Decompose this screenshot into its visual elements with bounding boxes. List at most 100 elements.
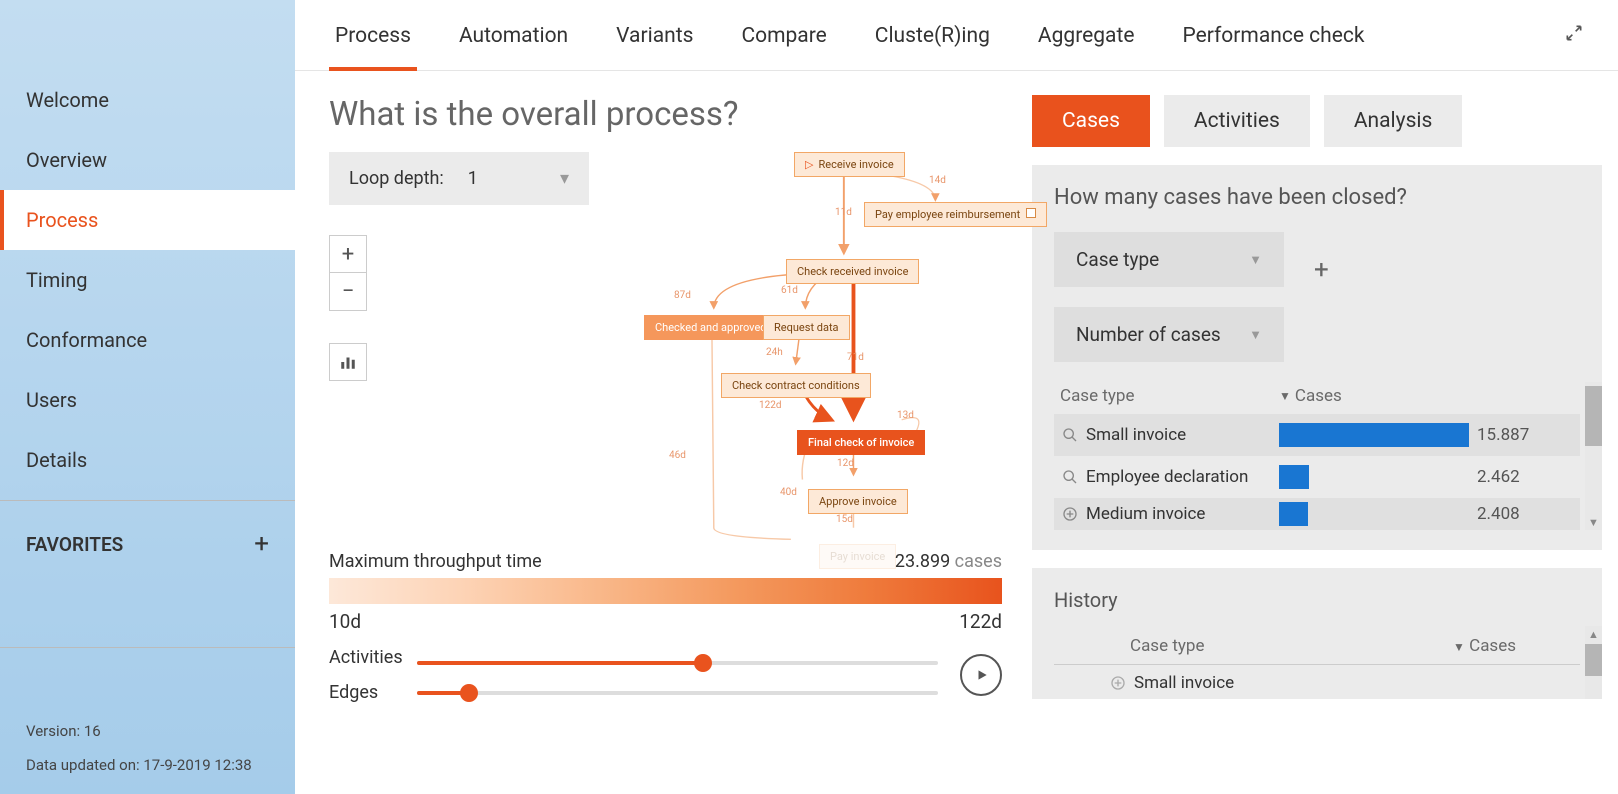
loop-depth-value: 1 — [468, 168, 478, 189]
nav-item-welcome[interactable]: Welcome — [0, 70, 295, 130]
caret-down-icon: ▾ — [560, 168, 569, 189]
nav-item-timing[interactable]: Timing — [0, 250, 295, 310]
caret-down-icon: ▼ — [1249, 252, 1262, 268]
tab-process[interactable]: Process — [311, 0, 435, 70]
zoom-in-button[interactable]: + — [329, 235, 367, 273]
nav-item-conformance[interactable]: Conformance — [0, 310, 295, 370]
pill-activities[interactable]: Activities — [1164, 95, 1310, 147]
panel-history-title: History — [1054, 588, 1580, 612]
activities-slider-label: Activities — [329, 647, 403, 668]
table-row[interactable]: Small invoice 15.887 — [1054, 414, 1580, 456]
col-case-type[interactable]: Case type — [1054, 386, 1279, 406]
loop-depth-select[interactable]: Loop depth: 1 ▾ — [329, 152, 589, 205]
edge-label: 15d — [836, 514, 853, 525]
row-label: Medium invoice — [1086, 504, 1279, 524]
nav-section: Welcome Overview Process Timing Conforma… — [0, 70, 295, 490]
tab-automation[interactable]: Automation — [435, 0, 592, 70]
row-label: Small invoice — [1086, 425, 1279, 445]
plus-circle-icon — [1054, 506, 1086, 522]
pill-analysis[interactable]: Analysis — [1324, 95, 1463, 147]
data-updated-label: Data updated on: 17-9-2019 12:38 — [26, 756, 269, 774]
tab-variants[interactable]: Variants — [592, 0, 717, 70]
add-filter-icon[interactable]: + — [1314, 255, 1329, 285]
caret-down-icon: ▼ — [1249, 327, 1262, 343]
scrollbar[interactable]: ▼ — [1585, 382, 1602, 530]
expand-icon[interactable] — [1556, 15, 1592, 55]
favorites-label: FAVORITES — [26, 533, 123, 556]
table-row[interactable]: Employee declaration 2.462 — [1054, 456, 1580, 498]
node-pay-reimbursement[interactable]: Pay employee reimbursement — [864, 202, 1047, 227]
process-diagram[interactable]: ▷Receive invoice Pay employee reimbursem… — [599, 152, 1002, 547]
edge-label: 13d — [897, 410, 914, 421]
throughput-gradient — [329, 578, 1002, 604]
throughput-max: 122d — [959, 610, 1002, 633]
table-row[interactable]: Medium invoice 2.408 — [1054, 498, 1580, 530]
cases-label: cases — [955, 551, 1002, 572]
cases-table: Case type ▼Cases Small invoice 15.887 Em… — [1054, 382, 1580, 530]
sidebar: Welcome Overview Process Timing Conforma… — [0, 0, 295, 794]
node-final-check[interactable]: Final check of invoice — [797, 430, 925, 455]
edge-label: 11d — [835, 207, 852, 218]
tab-aggregate[interactable]: Aggregate — [1014, 0, 1159, 70]
main: Process Automation Variants Compare Clus… — [295, 0, 1618, 794]
scrollbar[interactable]: ▲ — [1585, 626, 1602, 699]
nav-item-overview[interactable]: Overview — [0, 130, 295, 190]
activities-slider[interactable] — [417, 653, 938, 671]
row-value: 2.408 — [1469, 504, 1520, 524]
version-label: Version: 16 — [26, 722, 269, 740]
pill-cases[interactable]: Cases — [1032, 95, 1150, 147]
edge-label: 40d — [780, 487, 797, 498]
history-row-label: Small invoice — [1134, 673, 1234, 693]
node-approve-invoice[interactable]: Approve invoice — [808, 489, 908, 514]
tab-performance[interactable]: Performance check — [1158, 0, 1388, 70]
edge-label: 14d — [929, 175, 946, 186]
chart-view-button[interactable] — [329, 343, 367, 381]
edges-slider-label: Edges — [329, 682, 403, 703]
edge-label: 24h — [766, 347, 783, 358]
plus-circle-icon — [1102, 675, 1134, 691]
node-check-contract[interactable]: Check contract conditions — [721, 373, 871, 398]
add-favorite-icon[interactable]: + — [254, 529, 269, 559]
nav-item-users[interactable]: Users — [0, 370, 295, 430]
dropdown-number-cases[interactable]: Number of cases ▼ — [1054, 307, 1284, 362]
history-col-case-type[interactable]: Case type — [1130, 636, 1204, 656]
zoom-out-button[interactable]: − — [329, 273, 367, 311]
panel-cases: How many cases have been closed? Case ty… — [1032, 165, 1602, 550]
play-button[interactable] — [960, 654, 1002, 696]
node-receive-invoice[interactable]: ▷Receive invoice — [794, 152, 905, 177]
throughput-label: Maximum throughput time — [329, 551, 542, 572]
tab-compare[interactable]: Compare — [717, 0, 850, 70]
row-value: 2.462 — [1469, 467, 1520, 487]
panel-history: History Case type ▼ Cases Small invoice … — [1032, 568, 1602, 699]
node-check-received[interactable]: Check received invoice — [786, 259, 919, 284]
dropdown-case-type[interactable]: Case type ▼ — [1054, 232, 1284, 287]
edge-label: 46d — [669, 450, 686, 461]
node-request-data[interactable]: Request data — [763, 315, 850, 340]
edge-label: 87d — [674, 290, 691, 301]
edge-label: 61d — [781, 285, 798, 296]
scroll-down-icon[interactable]: ▼ — [1585, 514, 1602, 530]
history-col-cases[interactable]: ▼ Cases — [1453, 636, 1516, 656]
col-cases[interactable]: ▼Cases — [1279, 386, 1342, 406]
tab-clustering[interactable]: Cluste(R)ing — [851, 0, 1014, 70]
edge-label: 71d — [847, 352, 864, 363]
magnify-icon — [1054, 469, 1086, 485]
tab-bar: Process Automation Variants Compare Clus… — [295, 0, 1618, 71]
loop-depth-label: Loop depth: — [349, 168, 444, 189]
row-value: 15.887 — [1469, 425, 1529, 445]
node-pay-invoice[interactable]: Pay invoice — [819, 544, 896, 569]
edges-slider[interactable] — [417, 683, 938, 701]
edge-label: 122d — [759, 400, 782, 411]
nav-item-details[interactable]: Details — [0, 430, 295, 490]
scroll-up-icon[interactable]: ▲ — [1585, 626, 1602, 642]
panel-cases-title: How many cases have been closed? — [1054, 185, 1580, 210]
cases-count: 23.899 — [895, 551, 950, 572]
throughput-min: 10d — [329, 610, 361, 633]
nav-item-process[interactable]: Process — [0, 190, 295, 250]
sort-desc-icon: ▼ — [1453, 640, 1465, 654]
node-checked-approved[interactable]: Checked and approved — [644, 315, 777, 340]
page-title: What is the overall process? — [329, 95, 1002, 134]
history-row[interactable]: Small invoice — [1054, 665, 1580, 693]
row-label: Employee declaration — [1086, 467, 1279, 487]
sort-desc-icon: ▼ — [1279, 389, 1291, 403]
